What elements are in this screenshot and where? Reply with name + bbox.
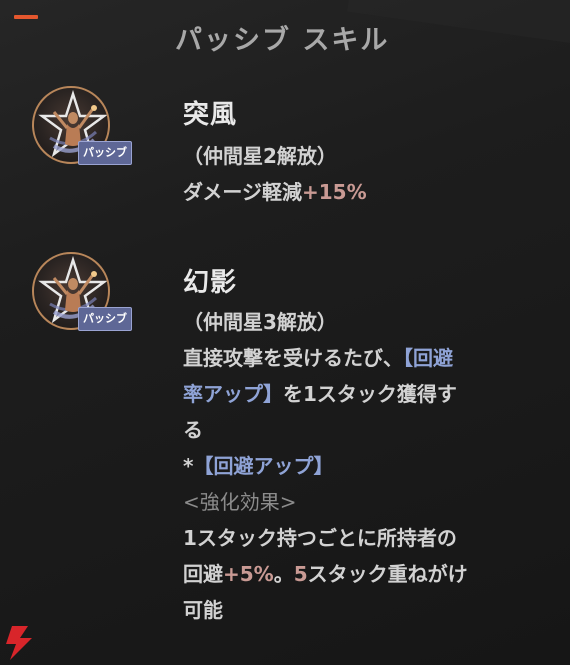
skill-description: （仲間星2解放） ダメージ軽減+15%: [183, 138, 543, 210]
stack-max-value: 5: [293, 562, 308, 586]
desc-line-1: 直接攻撃を受けるたび、【回避: [183, 340, 543, 376]
skill-icon-2[interactable]: パッシブ: [32, 252, 132, 334]
skill-name: 幻影: [183, 268, 238, 298]
desc-text: 。: [273, 562, 294, 586]
effect-value: +15%: [302, 180, 367, 204]
desc-line-3: る: [183, 418, 203, 442]
evasion-value: +5%: [223, 562, 274, 586]
note-line: *【回避アップ】: [183, 448, 543, 484]
lightning-logo-icon: [4, 626, 34, 660]
note-keyword[interactable]: 【回避アップ】: [193, 454, 333, 478]
skill-description: （仲間星3解放） 直接攻撃を受けるたび、【回避 率アップ】を1スタック獲得す る…: [183, 304, 543, 628]
desc-line-2: 率アップ】を1スタック獲得す: [183, 376, 543, 412]
desc-text: スタック重ねがけ: [307, 562, 468, 586]
desc-line-5: 回避+5%。5スタック重ねがけ: [183, 556, 543, 592]
page-title: パッシブ スキル: [175, 25, 390, 56]
accent-tab: [14, 15, 38, 19]
effect-text: ダメージ軽減: [183, 180, 302, 204]
desc-line-6: 可能: [183, 598, 223, 622]
desc-text: を1スタック獲得す: [283, 382, 457, 406]
keyword-evasion-up-cont[interactable]: 率アップ】: [183, 382, 283, 406]
skill-name: 突風: [183, 100, 238, 130]
note-asterisk: *: [183, 454, 194, 478]
desc-line-4: 1スタック持つごとに所持者の: [183, 526, 457, 550]
desc-text: 回避: [183, 562, 223, 586]
effect-line: ダメージ軽減+15%: [183, 174, 543, 210]
skill-icon-1[interactable]: パッシブ: [32, 86, 132, 168]
unlock-condition: （仲間星2解放）: [183, 144, 337, 168]
passive-badge: パッシブ: [78, 307, 132, 331]
desc-text: 直接攻撃を受けるたび、: [183, 346, 403, 370]
enhance-label: <強化効果>: [183, 490, 297, 514]
passive-skill-panel: パッシブ スキル パッシブ 突風 （仲間星2解放） ダメージ軽減+15% パッシ…: [0, 0, 570, 665]
unlock-condition: （仲間星3解放）: [183, 310, 337, 334]
passive-badge: パッシブ: [78, 141, 132, 165]
keyword-evasion-up[interactable]: 【回避: [403, 346, 453, 370]
